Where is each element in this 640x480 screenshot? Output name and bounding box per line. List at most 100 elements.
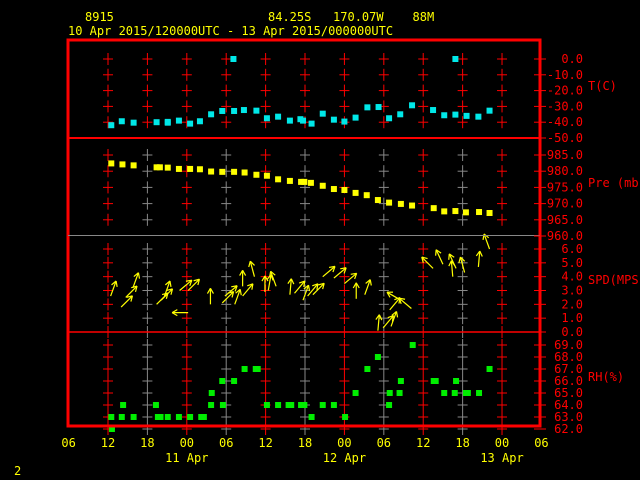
- pressure-point: [486, 209, 493, 216]
- pressure-point: [462, 209, 469, 216]
- relative-humidity-point: [453, 378, 460, 384]
- pressure-point: [263, 172, 270, 179]
- relative-humidity-point: [364, 366, 371, 372]
- wind-arrow: [352, 282, 360, 299]
- temperature-point: [486, 107, 493, 114]
- y-tick-label: -50.0: [547, 131, 583, 145]
- temperature-point: [275, 113, 282, 120]
- wind-arrow: [287, 278, 295, 295]
- pressure-point: [208, 168, 215, 175]
- wind-arrow-head: [115, 280, 118, 288]
- relative-humidity-point: [231, 378, 238, 384]
- wind-arrow: [398, 297, 412, 309]
- y-tick-label: 965.0: [547, 213, 583, 227]
- temperature-point: [164, 118, 171, 125]
- relative-humidity-point: [200, 414, 207, 420]
- temperature-point: [231, 107, 238, 114]
- wind-arrow-head: [369, 279, 372, 286]
- temperature-point: [153, 119, 160, 126]
- y-tick-label: 970.0: [547, 197, 583, 211]
- temperature-point: [208, 111, 215, 118]
- date-label: 11 Apr: [165, 451, 208, 465]
- wind-arrow-head: [239, 289, 242, 296]
- plot-frame: [66, 38, 542, 428]
- relative-humidity-point: [187, 414, 194, 420]
- wind-arrow: [482, 233, 491, 250]
- relative-humidity-point: [374, 354, 381, 360]
- temperature-point: [118, 118, 125, 125]
- axes: 0.0 -10.0 -20.0-30.0 -40.0 -50.0 T(C) 985.0 980…: [61, 38, 640, 465]
- grid: [103, 53, 508, 435]
- station-location: 84.25S 170.07W 88M: [268, 10, 434, 24]
- relative-humidity-point: [208, 402, 215, 408]
- relative-humidity-point: [130, 414, 137, 420]
- pressure-point: [156, 164, 163, 171]
- temperature-point: [240, 107, 247, 114]
- y-tick-label: 5.0: [561, 256, 583, 270]
- wind-arrow: [375, 314, 383, 331]
- relative-humidity-point: [208, 390, 215, 396]
- x-tick-label: 06: [61, 436, 75, 450]
- relative-humidity-point: [152, 402, 159, 408]
- y-axis-label-pressure: Pre (mb): [588, 176, 640, 190]
- temperature-point: [253, 107, 260, 114]
- relative-humidity-point: [118, 414, 125, 420]
- relative-humidity-point: [301, 402, 308, 408]
- wind-arrow-head: [479, 250, 483, 257]
- wind-arrow: [322, 265, 336, 278]
- temperature-point: [308, 120, 315, 127]
- x-tick-label: 06: [377, 436, 391, 450]
- wind-arrow-head: [290, 278, 295, 285]
- wind-arrow: [120, 295, 134, 308]
- pressure-point: [430, 205, 437, 212]
- temperature-point: [187, 120, 194, 127]
- temperature-point: [375, 104, 382, 111]
- x-tick-label: 00: [180, 436, 194, 450]
- temperature-point: [475, 113, 482, 120]
- x-tick-label: 18: [140, 436, 154, 450]
- wind-arrow: [475, 250, 483, 268]
- y-tick-label: 985.0: [547, 148, 583, 162]
- wind-arrow: [364, 279, 372, 295]
- pressure-point: [397, 200, 404, 207]
- wind-arrow: [458, 256, 466, 273]
- y-tick-label: 960.0: [547, 229, 583, 243]
- relative-humidity-point: [409, 342, 416, 348]
- pressure-point: [330, 186, 337, 193]
- data-marks: [108, 56, 493, 432]
- pressure-point: [409, 202, 416, 209]
- temperature-point: [108, 122, 115, 129]
- temperature-point: [286, 117, 293, 124]
- pressure-point: [196, 166, 203, 173]
- wind-arrow: [390, 310, 399, 327]
- relative-humidity-point: [432, 378, 439, 384]
- wind-arrow-head: [169, 280, 172, 288]
- wind-arrow-head: [448, 260, 452, 267]
- pressure-point: [219, 168, 226, 175]
- relative-humidity-point: [241, 366, 248, 372]
- relative-humidity-point: [441, 390, 448, 396]
- pressure-point: [187, 165, 194, 172]
- y-tick-label: 1.0: [561, 311, 583, 325]
- x-tick-label: 00: [495, 436, 509, 450]
- wind-arrow: [110, 280, 118, 297]
- pressure-point: [374, 197, 381, 204]
- wind-arrow-head: [137, 272, 141, 279]
- y-axis-label-temperature: T(C): [588, 79, 617, 93]
- pressure-point: [363, 192, 370, 199]
- temperature-point: [341, 118, 348, 125]
- temperature-point: [409, 102, 416, 109]
- temperature-point: [397, 111, 404, 118]
- relative-humidity-point: [319, 402, 326, 408]
- pressure-point: [307, 179, 314, 186]
- x-tick-label: 12: [416, 436, 430, 450]
- temperature-point: [230, 56, 237, 62]
- relative-humidity-point: [386, 390, 393, 396]
- wind-arrow-head: [395, 311, 399, 318]
- relative-humidity-point: [108, 414, 115, 420]
- wind-arrow: [242, 283, 254, 297]
- time-period: 10 Apr 2015/120000UTC - 13 Apr 2015/0000…: [68, 24, 393, 38]
- wind-arrow-head: [482, 233, 485, 240]
- relative-humidity-point: [386, 402, 393, 408]
- wind-arrow: [239, 270, 247, 287]
